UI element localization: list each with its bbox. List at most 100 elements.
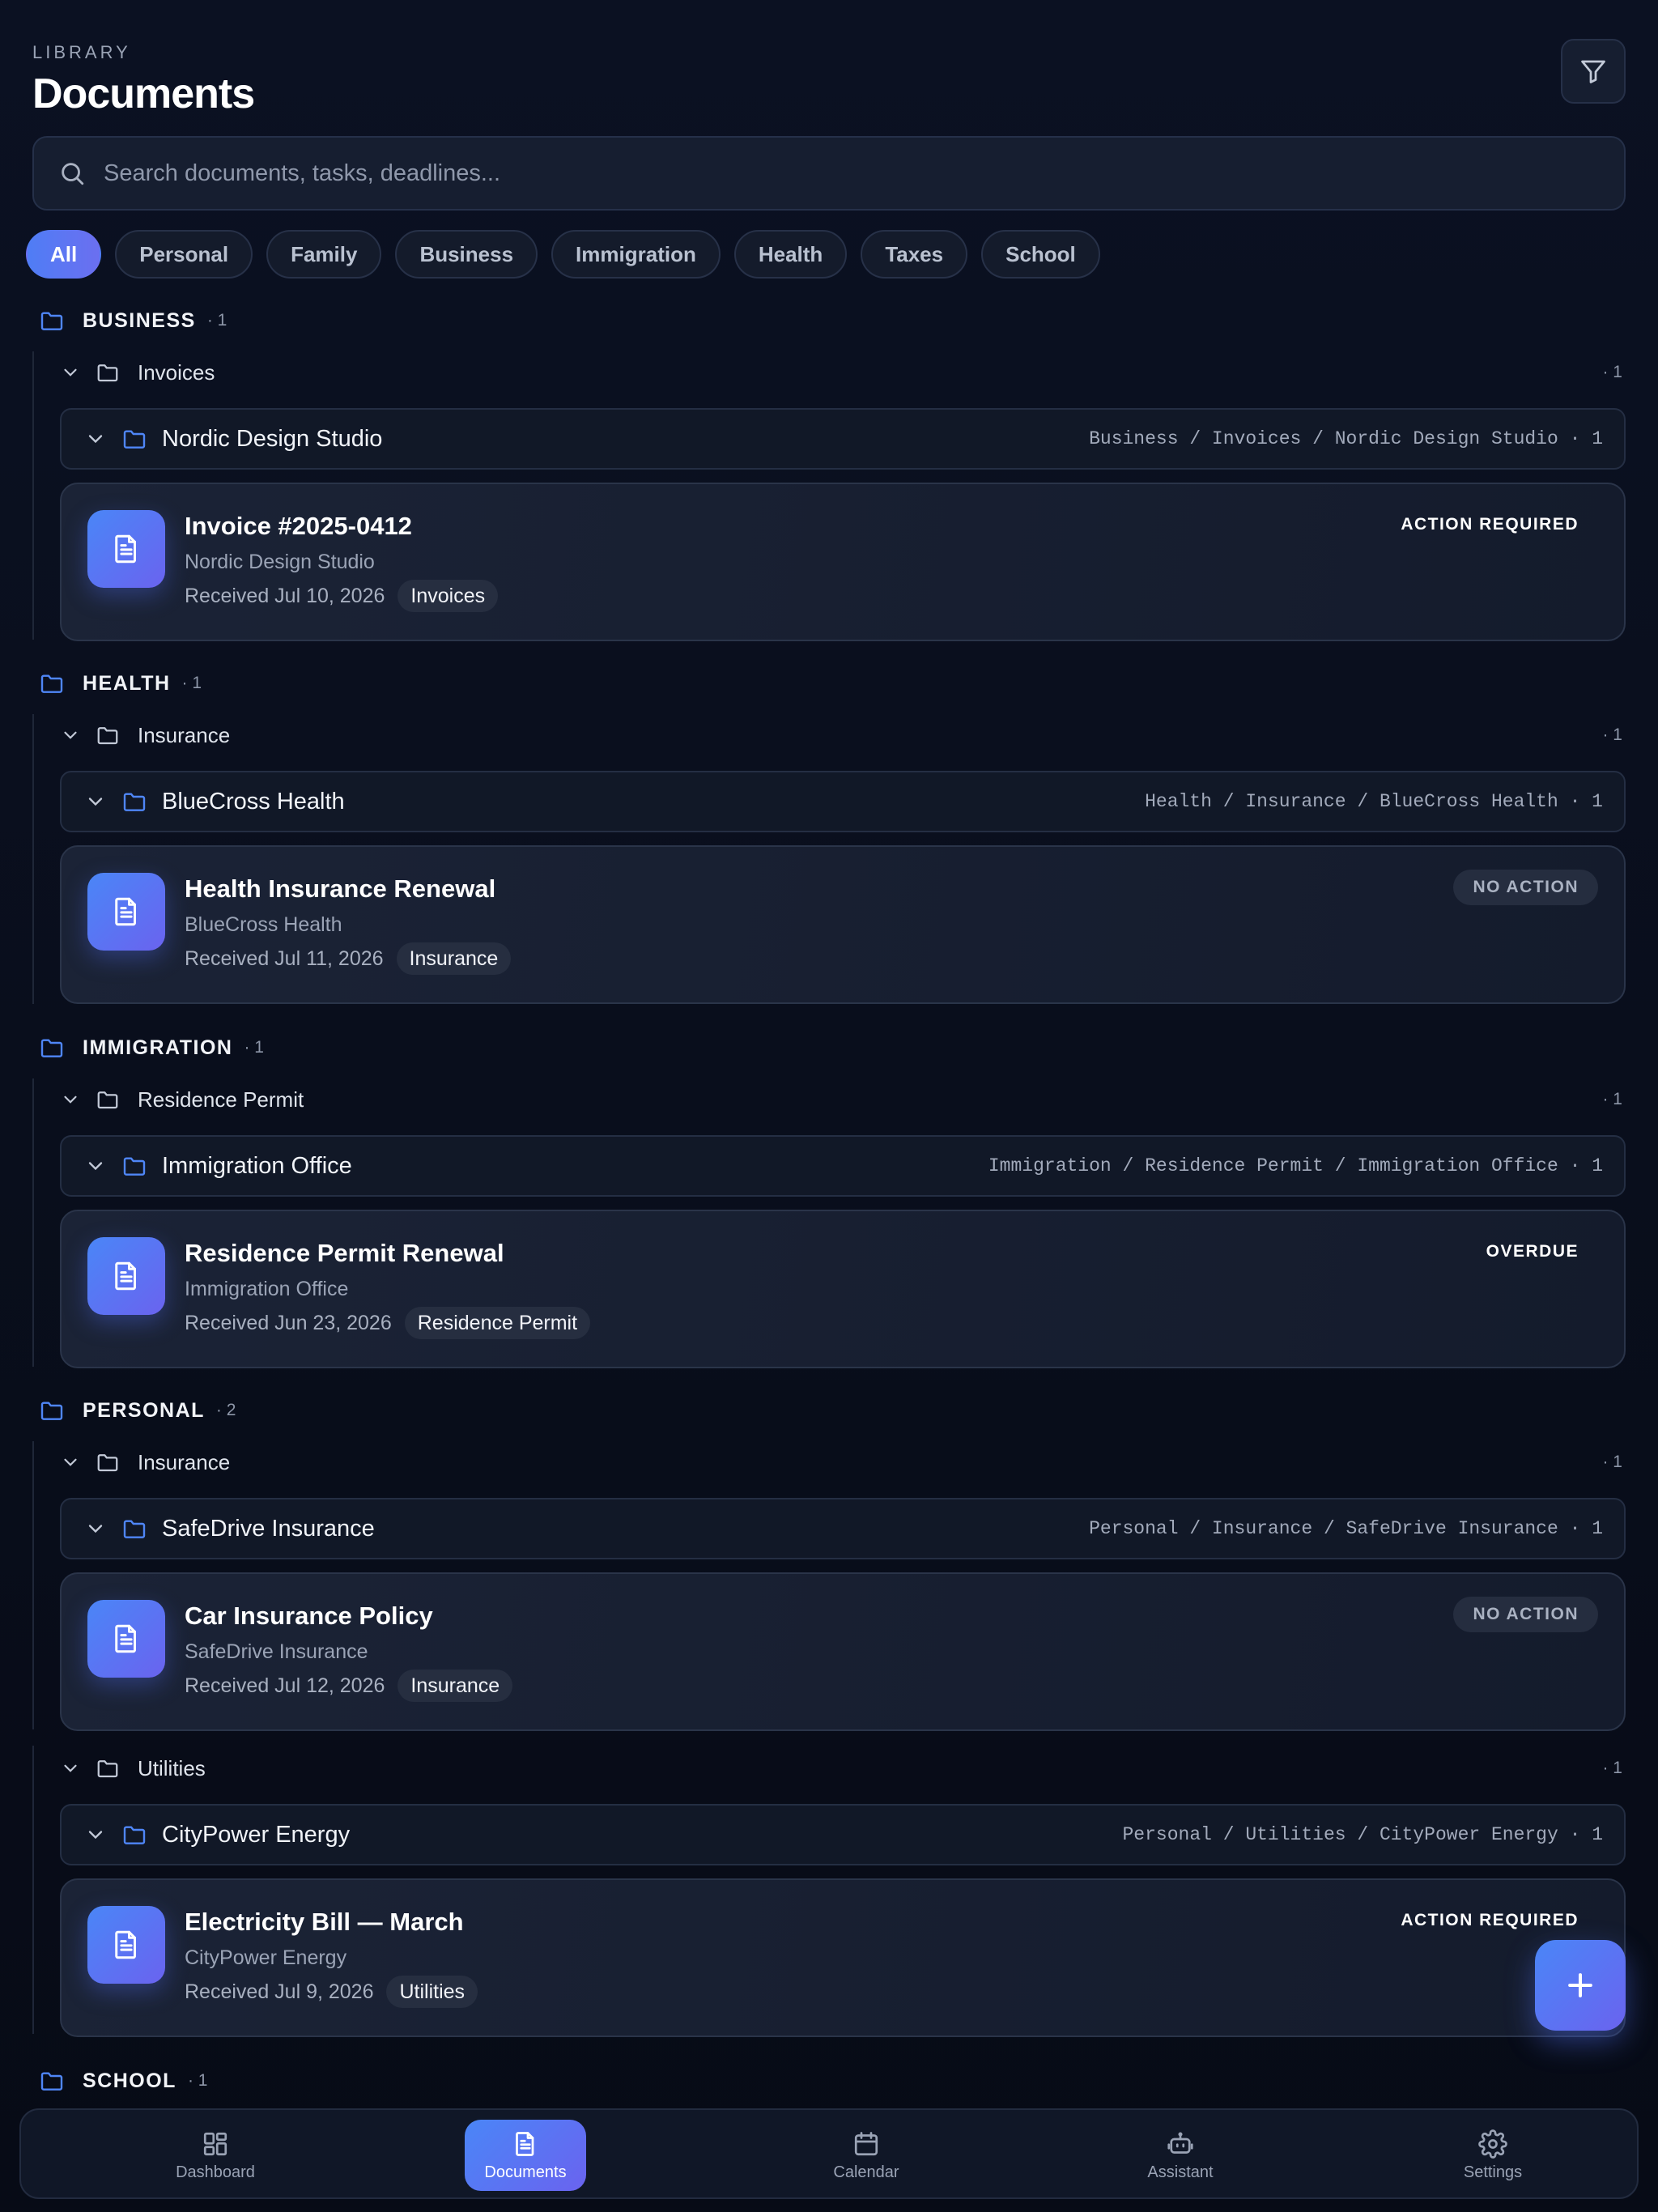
chevron-down-icon xyxy=(64,1095,77,1104)
nav-item-settings[interactable]: Settings xyxy=(1404,2120,1582,2191)
folder-icon xyxy=(97,727,118,745)
folder-icon xyxy=(40,1402,63,1420)
filter-button[interactable] xyxy=(1561,39,1626,104)
vendor-name: CityPower Energy xyxy=(162,1821,351,1848)
folder-icon xyxy=(123,430,146,449)
status-badge: NO ACTION xyxy=(1453,870,1598,905)
category-tag: Invoices xyxy=(397,580,499,612)
folder-icon xyxy=(97,1454,118,1472)
document-meta: Received Jul 12, 2026 Insurance xyxy=(185,1670,513,1702)
vendor-folder-row[interactable]: BlueCross Health Health / Insurance / Bl… xyxy=(60,771,1626,832)
nav-label: Documents xyxy=(484,2163,567,2181)
nav-item-dashboard[interactable]: Dashboard xyxy=(126,2120,304,2191)
document-card[interactable]: Residence Permit Renewal Immigration Off… xyxy=(60,1210,1626,1368)
section-header-business[interactable]: BUSINESS · 1 xyxy=(39,308,227,334)
chip-business[interactable]: Business xyxy=(395,230,538,279)
nav-item-assistant[interactable]: Assistant xyxy=(1091,2120,1269,2191)
category-tag: Residence Permit xyxy=(404,1307,591,1339)
subfolder-row-utilities[interactable]: Utilities · 1 xyxy=(60,1750,1622,1786)
document-meta: Received Jun 23, 2026 Residence Permit xyxy=(185,1307,591,1339)
chip-personal[interactable]: Personal xyxy=(115,230,253,279)
section-name: HEALTH xyxy=(83,671,171,695)
section-header-health[interactable]: HEALTH · 1 xyxy=(39,670,202,696)
tree-line xyxy=(32,714,34,1004)
document-vendor: SafeDrive Insurance xyxy=(185,1640,368,1663)
document-vendor: CityPower Energy xyxy=(185,1946,347,1969)
vendor-folder-row[interactable]: SafeDrive Insurance Personal / Insurance… xyxy=(60,1498,1626,1559)
document-title: Invoice #2025-0412 xyxy=(185,512,412,540)
chip-family[interactable]: Family xyxy=(266,230,382,279)
document-card[interactable]: Invoice #2025-0412 Nordic Design Studio … xyxy=(60,483,1626,641)
subfolder-row-residence-permit[interactable]: Residence Permit · 1 xyxy=(60,1082,1622,1117)
subfolder-count: · 1 xyxy=(1602,363,1622,381)
folder-icon xyxy=(97,1091,118,1109)
status-badge: ACTION REQUIRED xyxy=(1401,1911,1579,1929)
chip-taxes[interactable]: Taxes xyxy=(861,230,968,279)
document-card[interactable]: Car Insurance Policy SafeDrive Insurance… xyxy=(60,1572,1626,1731)
section-count: · 1 xyxy=(181,674,202,692)
search-input[interactable] xyxy=(104,160,1624,187)
tree-line xyxy=(32,1441,34,1729)
vendor-name: Immigration Office xyxy=(162,1152,352,1179)
chip-school[interactable]: School xyxy=(981,230,1100,279)
vendor-folder-row[interactable]: Nordic Design Studio Business / Invoices… xyxy=(60,408,1626,470)
page-title: Documents xyxy=(32,70,255,117)
nav-label: Settings xyxy=(1463,2163,1523,2181)
subfolder-row-invoices[interactable]: Invoices · 1 xyxy=(60,355,1622,390)
document-meta: Received Jul 10, 2026 Invoices xyxy=(185,580,499,612)
folder-icon xyxy=(40,2072,63,2091)
folder-icon xyxy=(123,1826,146,1844)
vendor-name: Nordic Design Studio xyxy=(162,425,383,452)
subfolder-count: · 1 xyxy=(1602,1759,1622,1777)
nav-item-documents[interactable]: Documents xyxy=(465,2120,586,2191)
search-bar[interactable] xyxy=(32,136,1626,211)
chevron-down-icon xyxy=(88,1162,103,1171)
folder-icon xyxy=(97,364,118,382)
gear-icon xyxy=(1478,2129,1507,2159)
section-header-personal[interactable]: PERSONAL · 2 xyxy=(39,1397,236,1423)
chip-health[interactable]: Health xyxy=(733,230,848,279)
calendar-icon xyxy=(854,2131,878,2155)
plus-icon xyxy=(1568,1973,1592,1997)
document-vendor: BlueCross Health xyxy=(185,913,342,936)
subfolder-count: · 1 xyxy=(1602,725,1622,744)
status-badge: ACTION REQUIRED xyxy=(1401,515,1579,534)
document-card[interactable]: Health Insurance Renewal BlueCross Healt… xyxy=(60,845,1626,1004)
breadcrumb-path: Personal / Insurance / SafeDrive Insuran… xyxy=(1089,1518,1603,1539)
vendor-folder-row[interactable]: CityPower Energy Personal / Utilities / … xyxy=(60,1804,1626,1865)
vendor-folder-row[interactable]: Immigration Office Immigration / Residen… xyxy=(60,1135,1626,1197)
subfolder-row-insurance[interactable]: Insurance · 1 xyxy=(60,717,1622,753)
section-header-immigration[interactable]: IMMIGRATION · 1 xyxy=(39,1035,264,1061)
chevron-down-icon xyxy=(88,1525,103,1534)
chevron-down-icon xyxy=(64,1458,77,1466)
chip-immigration[interactable]: Immigration xyxy=(551,230,721,279)
grid-icon xyxy=(203,2132,227,2155)
tree-line xyxy=(32,351,34,640)
folder-icon xyxy=(123,1520,146,1538)
document-card[interactable]: Electricity Bill — March CityPower Energ… xyxy=(60,1878,1626,2037)
section-header-school[interactable]: SCHOOL · 1 xyxy=(39,2068,207,2094)
breadcrumb-path: Personal / Utilities / CityPower Energy … xyxy=(1122,1824,1604,1845)
category-tag: Utilities xyxy=(386,1976,478,2008)
folder-icon xyxy=(123,793,146,811)
section-name: PERSONAL xyxy=(83,1398,205,1422)
section-count: · 2 xyxy=(215,1401,236,1419)
add-document-button[interactable] xyxy=(1535,1940,1626,2031)
subfolder-row-insurance[interactable]: Insurance · 1 xyxy=(60,1444,1622,1480)
document-title: Car Insurance Policy xyxy=(185,1602,433,1630)
chip-all[interactable]: All xyxy=(26,230,102,279)
document-icon xyxy=(87,873,165,951)
nav-item-calendar[interactable]: Calendar xyxy=(777,2120,955,2191)
document-title: Electricity Bill — March xyxy=(185,1908,464,1936)
category-tag: Insurance xyxy=(396,942,512,975)
subfolder-count: · 1 xyxy=(1602,1453,1622,1471)
subfolder-label: Utilities xyxy=(138,1755,206,1780)
received-date: Received Jul 9, 2026 xyxy=(185,1980,374,2003)
folder-icon xyxy=(40,312,63,330)
document-icon xyxy=(87,1237,165,1315)
tree-line xyxy=(32,1078,34,1367)
chevron-down-icon xyxy=(64,1764,77,1772)
filter-icon xyxy=(1581,60,1605,83)
vendor-name: BlueCross Health xyxy=(162,788,345,815)
document-icon xyxy=(87,510,165,588)
